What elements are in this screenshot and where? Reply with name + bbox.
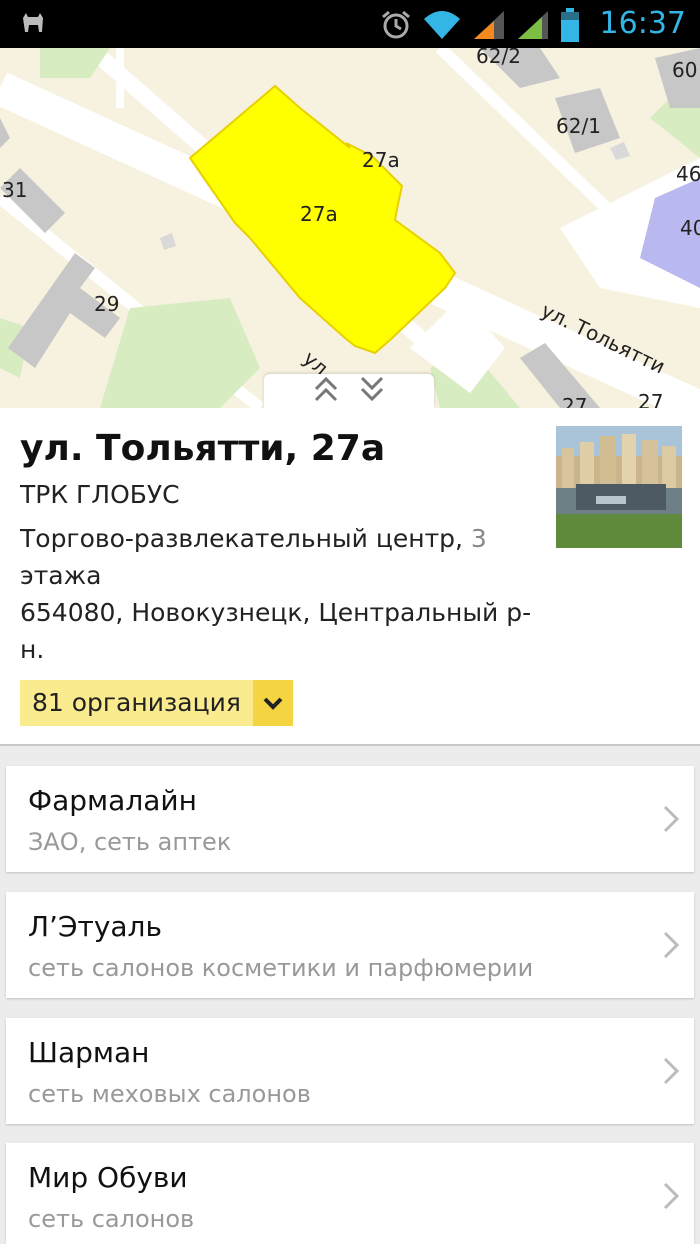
signal-icon xyxy=(516,9,550,45)
status-bar: 16:37 xyxy=(0,0,700,48)
expand-down-icon[interactable] xyxy=(358,375,386,407)
list-item[interactable]: Фармалайн ЗАО, сеть аптек xyxy=(6,766,694,872)
chevron-right-icon xyxy=(662,1181,680,1215)
map-label-building: 62/1 xyxy=(556,114,601,138)
description-floors: 3 xyxy=(470,524,487,553)
place-address: 654080, Новокузнецк, Центральный р-н. xyxy=(20,598,532,664)
wifi-icon xyxy=(422,9,462,45)
place-description: Торгово-развлекательный центр, 3 этажа xyxy=(20,520,540,594)
chevron-down-icon[interactable] xyxy=(252,680,293,726)
place-name: ТРК ГЛОБУС xyxy=(20,480,180,509)
description-cont: этажа xyxy=(20,561,102,590)
list-item-subtitle: ЗАО, сеть аптек xyxy=(28,828,232,856)
panel-handle[interactable] xyxy=(264,374,434,408)
place-photo[interactable] xyxy=(556,426,682,548)
chevron-right-icon xyxy=(662,804,680,838)
list-item[interactable]: Мир Обуви сеть салонов xyxy=(6,1143,694,1244)
map-view[interactable]: 62/2 60 62/1 46 40 31 27а 27а 29 ул. Тол… xyxy=(0,48,700,408)
list-item[interactable]: Л’Этуаль сеть салонов косметики и парфюм… xyxy=(6,892,694,998)
list-item-subtitle: сеть меховых салонов xyxy=(28,1080,311,1108)
list-item-title: Мир Обуви xyxy=(28,1161,188,1194)
chevron-right-icon xyxy=(662,1056,680,1090)
list-item-subtitle: сеть салонов косметики и парфюмерии xyxy=(28,954,534,982)
map-label-building: 27 xyxy=(562,394,588,408)
alarm-icon xyxy=(380,9,412,45)
map-label-building: 31 xyxy=(2,178,28,202)
map-label-building: 27а xyxy=(300,202,338,226)
battery-icon xyxy=(560,8,580,46)
cat-app-icon xyxy=(20,10,46,40)
list-item-title: Л’Этуаль xyxy=(28,910,162,943)
signal-icon xyxy=(472,9,506,45)
list-item[interactable]: Шарман сеть меховых салонов xyxy=(6,1018,694,1124)
chevron-right-icon xyxy=(662,930,680,964)
map-label-building: 46 xyxy=(676,162,700,186)
place-title: ул. Тольятти, 27а xyxy=(20,428,386,469)
map-label-building: 29 xyxy=(94,292,120,316)
map-label-building: 62/2 xyxy=(476,48,521,68)
status-icons xyxy=(380,8,580,46)
description-text: Торгово-развлекательный центр, xyxy=(20,524,471,553)
organizations-label: 81 организация xyxy=(32,688,241,717)
organizations-dropdown[interactable]: 81 организация xyxy=(20,680,293,726)
map-canvas[interactable] xyxy=(0,48,700,408)
map-label-building: 27а xyxy=(362,148,400,172)
list-item-title: Фармалайн xyxy=(28,784,197,817)
collapse-up-icon[interactable] xyxy=(312,375,340,407)
map-label-building: 27 xyxy=(638,390,664,408)
clock: 16:37 xyxy=(599,6,686,41)
list-item-title: Шарман xyxy=(28,1036,150,1069)
map-label-building: 60 xyxy=(672,58,698,82)
map-label-building: 40 xyxy=(680,216,700,240)
place-info-panel: ул. Тольятти, 27а ТРК ГЛОБУС Торгово-раз… xyxy=(0,408,700,746)
list-item-subtitle: сеть салонов xyxy=(28,1205,195,1233)
